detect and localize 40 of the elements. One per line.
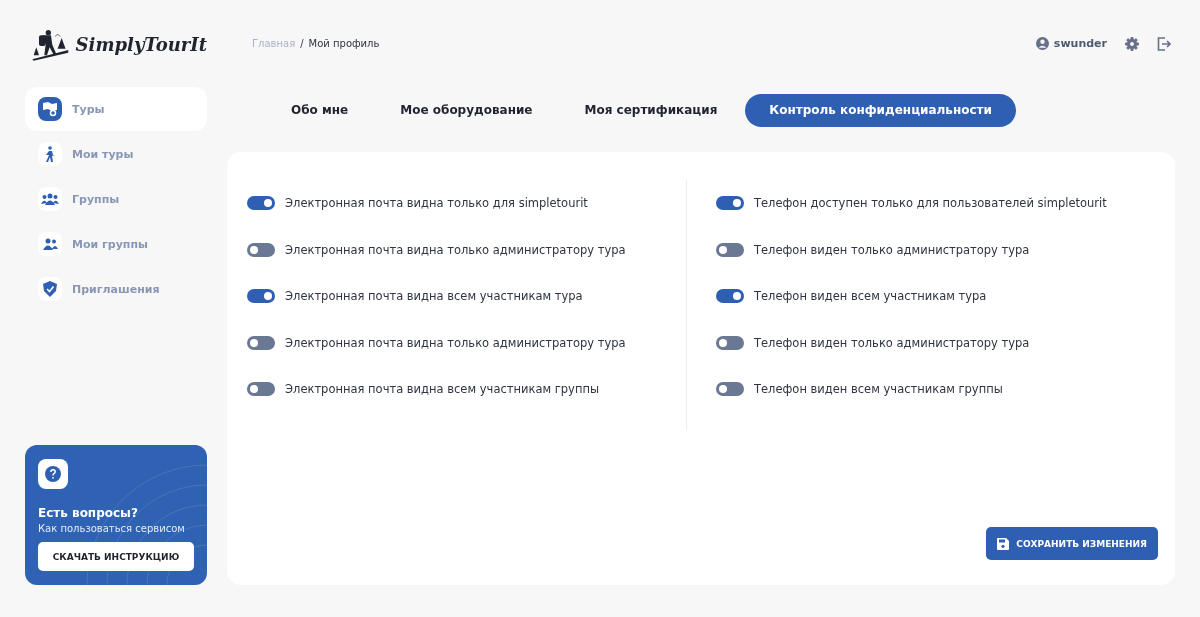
toggle-switch[interactable] — [247, 242, 275, 257]
toggle-switch[interactable] — [716, 196, 744, 211]
logo-text: SimplyTourIt — [75, 33, 207, 55]
toggle-label: Электронная почта видна всем участникам группы — [285, 382, 600, 397]
toggle-label: Телефон доступен только для пользователей simpletourit — [754, 196, 1107, 211]
two-people-icon — [42, 238, 58, 250]
toggle-label: Телефон виден только администратору тура — [754, 242, 1030, 257]
toggle-label: Электронная почта видна всем участникам тура — [285, 289, 583, 304]
toggle-switch[interactable] — [247, 335, 275, 350]
toggle-label: Телефон виден только администратору тура — [754, 335, 1030, 350]
toggle-label: Телефон виден всем участникам тура — [754, 289, 987, 304]
map-search-icon — [42, 101, 58, 117]
toggle-switch[interactable] — [247, 289, 275, 304]
walking-person-icon — [43, 146, 57, 162]
save-button[interactable]: СОХРАНИТЬ ИЗМЕНЕНИЯ — [986, 527, 1158, 560]
settings-icon[interactable] — [1125, 36, 1139, 51]
toggle-label: Электронная почта видна только администратору тура — [285, 242, 626, 257]
toggle-switch[interactable] — [716, 382, 744, 397]
logout-icon[interactable] — [1157, 36, 1171, 51]
help-subtitle: Как пользоваться сервисом — [38, 523, 186, 534]
toggle-switch[interactable] — [247, 382, 275, 397]
tab[interactable]: Моя сертификация — [560, 93, 742, 127]
toggle-label: Электронная почта видна только администратору тура — [285, 335, 626, 350]
breadcrumb-separator: / — [300, 38, 304, 49]
download-button[interactable]: СКАЧАТЬ ИНСТРУКЦИЮ — [38, 542, 194, 571]
user-icon — [1035, 37, 1049, 50]
help-title: Есть вопросы? — [38, 506, 139, 520]
tab[interactable]: Обо мне — [267, 93, 373, 127]
toggle-label: Электронная почта видна только для simpletourit — [285, 196, 588, 211]
group-icon — [41, 193, 59, 205]
user-menu[interactable]: swunder — [1035, 37, 1107, 50]
toggle-label: Телефон виден всем участникам группы — [754, 382, 1003, 397]
toggle-switch[interactable] — [716, 289, 744, 304]
toggle-switch[interactable] — [716, 242, 744, 257]
tab[interactable]: Контроль конфиденциальности — [745, 93, 1016, 127]
toggle-switch[interactable] — [247, 196, 275, 211]
question-icon — [38, 459, 68, 489]
shield-check-icon — [43, 281, 57, 297]
tab[interactable]: Мое оборудование — [376, 93, 557, 127]
toggle-switch[interactable] — [716, 335, 744, 350]
